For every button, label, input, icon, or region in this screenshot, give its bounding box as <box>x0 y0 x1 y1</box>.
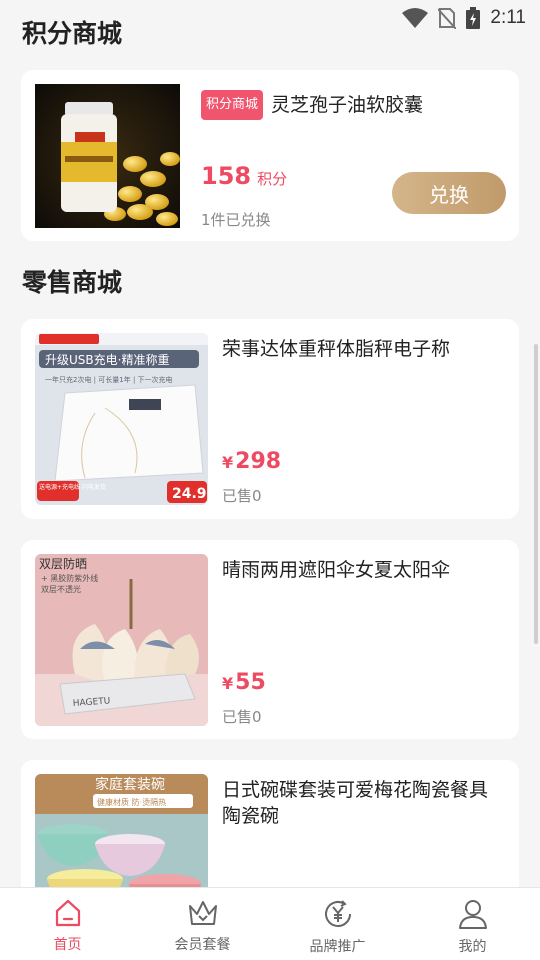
wifi-icon <box>402 8 429 28</box>
redeem-button[interactable]: 兑换 <box>392 172 506 214</box>
umbrella-image-sub2: 双层不透光 <box>41 584 81 594</box>
scrollbar[interactable] <box>534 344 538 644</box>
scale-image-subtitle: 一年只充2次电 | 可长量1年 | 下一次充电 <box>45 375 173 384</box>
crown-icon <box>188 901 217 925</box>
tab-label: 会员套餐 <box>174 937 231 953</box>
scale-image-header: 升级USB充电·精准称重 <box>45 352 169 367</box>
price-value: 55 <box>235 670 266 695</box>
umbrella-image-sub1: + 黑胶防紫外线 <box>41 573 98 583</box>
umbrella-image-header: 双层防晒 <box>39 556 87 571</box>
points-unit: 积分 <box>257 170 288 188</box>
product-image-scale[interactable]: 升级USB充电·精准称重 一年只充2次电 | 可长量1年 | 下一次充电 送电源… <box>35 333 208 505</box>
redeemed-count: 1件已兑换 <box>201 211 271 229</box>
currency-symbol: ¥ <box>222 453 234 472</box>
retail-price: ¥55 <box>222 670 266 695</box>
product-image-lingzhi-capsules[interactable] <box>35 84 180 228</box>
sold-count: 已售0 <box>222 487 262 505</box>
scale-image-price-tag: 24.9 <box>172 486 207 502</box>
tab-brand-promotion[interactable]: 品牌推广 <box>270 888 405 960</box>
bowls-image-subtitle: 健康材质 防·烫隔热 <box>97 797 166 807</box>
bowls-image-header: 家庭套装碗 <box>95 776 165 793</box>
tab-me[interactable]: 我的 <box>405 888 540 960</box>
retail-product-name[interactable]: 荣事达体重秤体脂秤电子称 <box>222 336 504 362</box>
section-title-retail-mall: 零售商城 <box>22 268 123 297</box>
status-time: 2:11 <box>490 7 526 28</box>
bottom-tab-bar: 首页 会员套餐 品牌推广 我的 <box>0 887 540 960</box>
scale-image-corner: 送电源+充电线 闪电发货 <box>39 483 106 491</box>
yen-refresh-icon <box>324 900 351 927</box>
tab-home[interactable]: 首页 <box>0 888 135 960</box>
points-value: 158 <box>201 162 252 190</box>
tab-membership[interactable]: 会员套餐 <box>135 888 270 960</box>
points-product-name: 灵芝孢子油软胶囊 <box>271 94 424 116</box>
status-bar: 2:11 <box>380 0 540 36</box>
points-price: 158 积分 <box>201 162 287 190</box>
points-mall-badge: 积分商城 <box>201 90 264 120</box>
retail-product-name[interactable]: 晴雨两用遮阳伞女夏太阳伞 <box>222 557 504 583</box>
tab-label: 我的 <box>458 939 487 955</box>
user-icon <box>458 900 487 929</box>
product-image-umbrella[interactable]: 双层防晒 + 黑胶防紫外线 双层不透光 HAGETU <box>35 554 208 726</box>
home-icon <box>55 899 80 927</box>
retail-price: ¥298 <box>222 449 281 474</box>
retail-product-card[interactable]: 双层防晒 + 黑胶防紫外线 双层不透光 HAGETU 晴雨两用遮阳伞女夏太阳伞 … <box>21 540 519 739</box>
no-sim-icon <box>438 8 457 29</box>
retail-product-name[interactable]: 日式碗碟套装可爱梅花陶瓷餐具陶瓷碗 <box>222 777 504 829</box>
tab-label: 首页 <box>53 937 82 953</box>
tab-label: 品牌推广 <box>309 939 366 955</box>
points-product-card[interactable]: 积分商城 灵芝孢子油软胶囊 158 积分 1件已兑换 兑换 <box>21 70 519 241</box>
retail-product-card[interactable]: 升级USB充电·精准称重 一年只充2次电 | 可长量1年 | 下一次充电 送电源… <box>21 319 519 519</box>
points-product-title[interactable]: 积分商城 灵芝孢子油软胶囊 <box>201 90 423 120</box>
currency-symbol: ¥ <box>222 674 234 693</box>
sold-count: 已售0 <box>222 708 262 726</box>
battery-charging-icon <box>466 7 481 29</box>
price-value: 298 <box>235 449 282 474</box>
section-title-points-mall: 积分商城 <box>22 19 123 48</box>
